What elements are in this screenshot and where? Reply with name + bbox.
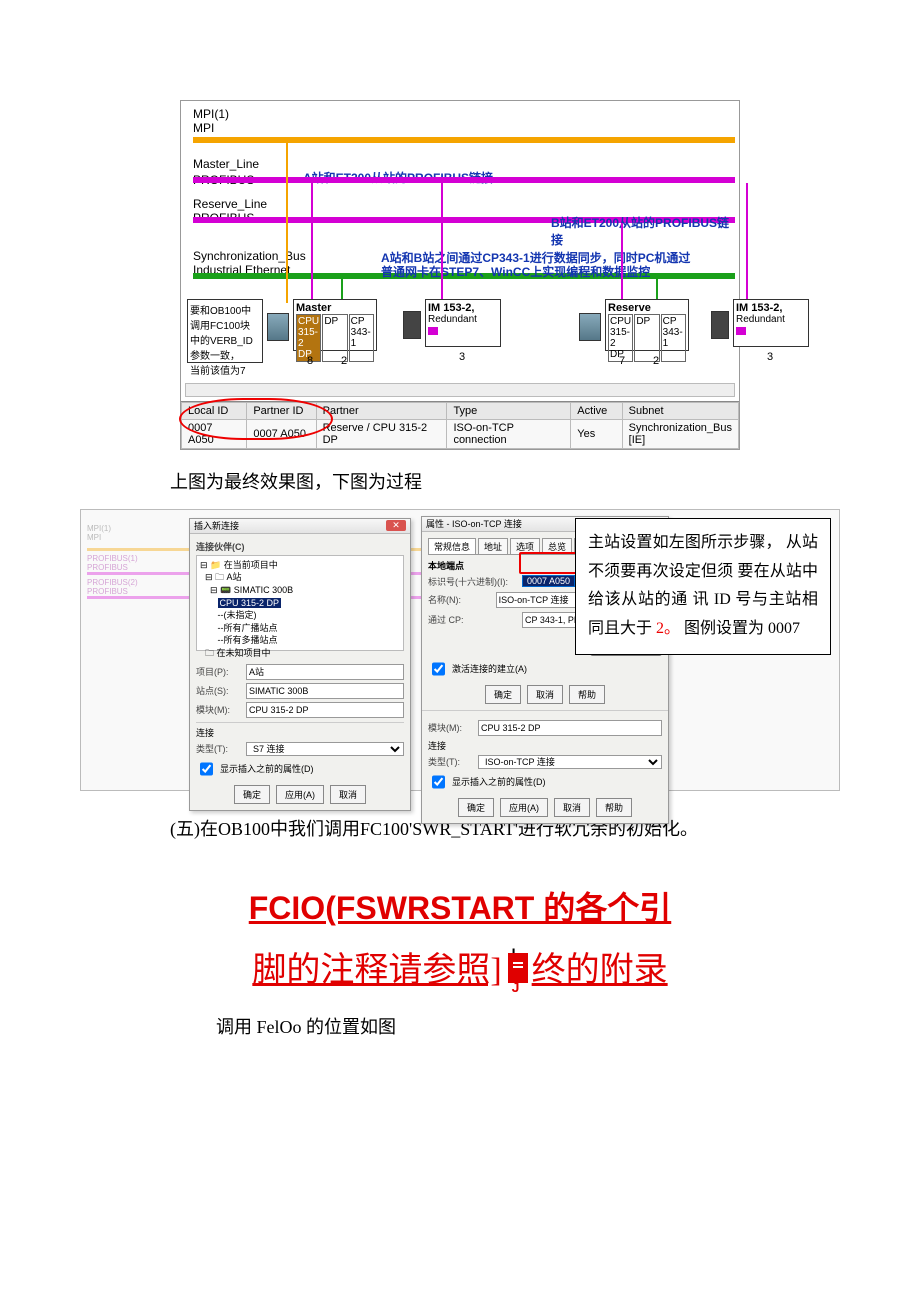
caption-1: 上图为最终效果图，下图为过程 — [170, 468, 920, 497]
rack-reserve: Reserve CPU315-2DP DP CP343-1 — [605, 299, 689, 351]
cancel-button-2[interactable]: 取消 — [527, 685, 563, 704]
im153-box-2: IM 153-2, Redundant — [733, 299, 809, 347]
type2-select[interactable]: ISO-on-TCP 连接 — [478, 755, 662, 769]
apply-button[interactable]: 应用(A) — [276, 785, 324, 804]
sync-note-2: 普通网卡在STEP7、WinCC上实现编程和数据监控 — [381, 263, 650, 280]
mpi2-label: MPI — [193, 121, 735, 135]
close-icon[interactable]: ✕ — [386, 520, 406, 531]
cancel-button[interactable]: 取消 — [330, 785, 366, 804]
show-props-checkbox[interactable] — [200, 762, 213, 776]
plc-icon-master — [267, 313, 289, 341]
help-button[interactable]: 帮助 — [569, 685, 605, 704]
dlg1-title: 插入新连接 — [194, 519, 239, 532]
th-partner: Partner — [316, 403, 447, 420]
netpro-screenshot: MPI(1) MPI Master_Line PROFIBUS A站和ET200… — [180, 100, 740, 450]
td-active: Yes — [571, 420, 622, 449]
big-title-line1: FCIO(FSWRSTART 的各个引 — [60, 881, 860, 935]
caption-3: 调用 FelOo 的位置如图 — [216, 1013, 920, 1042]
td-subnet: Synchronization_Bus [IE] — [622, 420, 738, 449]
connection-table: Local ID Partner ID Partner Type Active … — [181, 401, 739, 449]
dialog-screenshot: MPI(1)MPI PROFIBUS(1)PROFIBUS PROFIBUS(2… — [80, 509, 840, 791]
th-type: Type — [447, 403, 571, 420]
dlg1-select-label: 连接伙伴(C) — [196, 540, 404, 553]
im-icon-2 — [711, 311, 729, 339]
activate-conn-checkbox[interactable] — [432, 662, 445, 676]
big-title-line2: 脚的注释请参照] IJ 终的附录 — [60, 942, 860, 1000]
module2-input[interactable] — [478, 720, 662, 736]
station-input[interactable] — [246, 683, 404, 699]
red-circle-annotation — [179, 398, 333, 440]
td-partnername: Reserve / CPU 315-2 DP — [316, 420, 447, 449]
reserve-line-label: Reserve_Line — [193, 197, 735, 211]
project-input[interactable] — [246, 664, 404, 680]
inline-glyph: IJ — [502, 953, 532, 993]
ok-button-2[interactable]: 确定 — [485, 685, 521, 704]
reserve-note: B站和ET200从站的PROFIBUS链接 — [551, 214, 739, 248]
td-type: ISO-on-TCP connection — [447, 420, 571, 449]
id-hex-value[interactable]: 0007 A050 — [522, 575, 575, 587]
type-select[interactable]: S7 连接 — [246, 742, 404, 756]
th-subnet: Subnet — [622, 403, 738, 420]
mpi1-label: MPI(1) — [193, 107, 735, 121]
insert-connection-dialog[interactable]: 插入新连接 ✕ 连接伙伴(C) ⊟ 📁 在当前项目中 ⊟ 🗀 A站 ⊟ 📟 SIM… — [189, 518, 411, 811]
project-tree[interactable]: ⊟ 📁 在当前项目中 ⊟ 🗀 A站 ⊟ 📟 SIMATIC 300B CPU 3… — [196, 555, 404, 651]
annotation-box: 主站设置如左图所示步骤， 从站不须要再次设定但须 要在从站中给该从站的通 讯 I… — [575, 518, 831, 655]
verb-id-note: 要和OB100中 调用FC100块 中的VERB_ID 参数一致， 当前该值为7 — [187, 299, 263, 363]
plc-icon-reserve — [579, 313, 601, 341]
dlg2-title: 属性 - ISO-on-TCP 连接 — [426, 517, 522, 530]
module-input[interactable] — [246, 702, 404, 718]
im153-box-1: IM 153-2, Redundant — [425, 299, 501, 347]
im-icon-1 — [403, 311, 421, 339]
ok-button[interactable]: 确定 — [234, 785, 270, 804]
th-active: Active — [571, 403, 622, 420]
rack-master: Master CPU315-2DP DP CP343-1 — [293, 299, 377, 351]
